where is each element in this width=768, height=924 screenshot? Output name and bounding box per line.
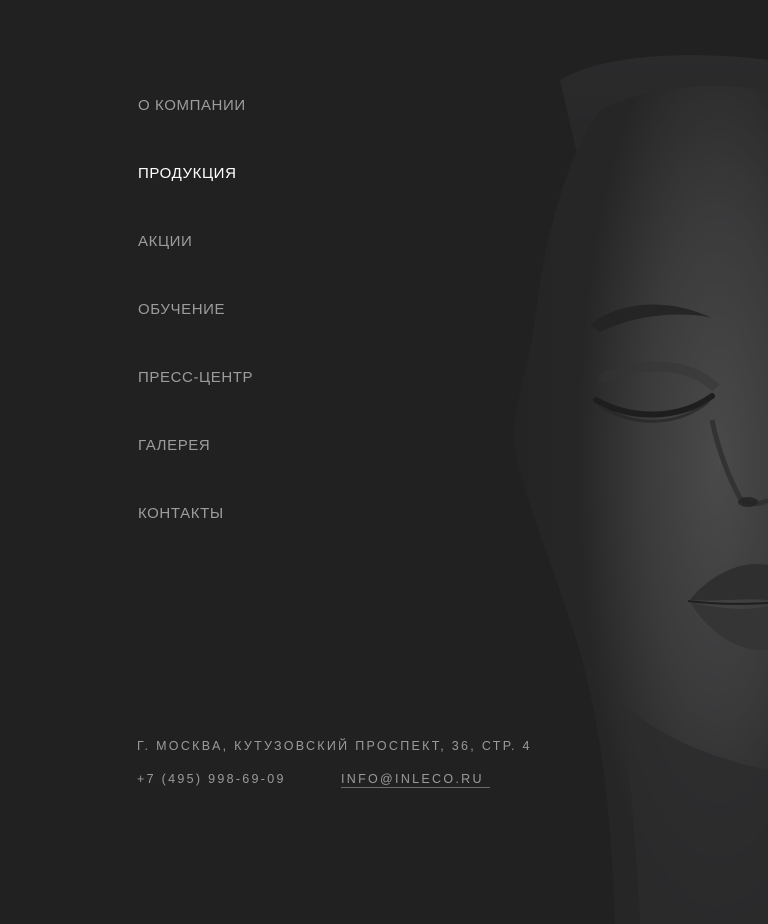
nav-link-press-center[interactable]: ПРЕСС-ЦЕНТР xyxy=(138,368,253,388)
nav-item-gallery: ГАЛЕРЕЯ xyxy=(138,436,253,504)
menu-page: О КОМПАНИИ ПРОДУКЦИЯ АКЦИИ ОБУЧЕНИЕ ПРЕС… xyxy=(0,0,768,924)
email-link[interactable]: INFO@INLECO.RU xyxy=(341,771,490,788)
nav-item-promotions: АКЦИИ xyxy=(138,232,253,300)
main-navigation: О КОМПАНИИ ПРОДУКЦИЯ АКЦИИ ОБУЧЕНИЕ ПРЕС… xyxy=(138,96,253,572)
contact-row: +7 (495) 998-69-09 INFO@INLECO.RU xyxy=(137,771,532,788)
nav-link-gallery[interactable]: ГАЛЕРЕЯ xyxy=(138,436,210,456)
phone-number[interactable]: +7 (495) 998-69-09 xyxy=(137,771,341,787)
nav-item-press-center: ПРЕСС-ЦЕНТР xyxy=(138,368,253,436)
nav-link-training[interactable]: ОБУЧЕНИЕ xyxy=(138,300,225,320)
nav-link-products[interactable]: ПРОДУКЦИЯ xyxy=(138,164,237,184)
nav-link-promotions[interactable]: АКЦИИ xyxy=(138,232,192,252)
nav-link-contacts[interactable]: КОНТАКТЫ xyxy=(138,504,224,524)
address-text: Г. МОСКВА, КУТУЗОВСКИЙ ПРОСПЕКТ, 36, СТР… xyxy=(137,739,532,753)
nav-link-about[interactable]: О КОМПАНИИ xyxy=(138,96,246,116)
nav-item-contacts: КОНТАКТЫ xyxy=(138,504,253,572)
nav-item-about: О КОМПАНИИ xyxy=(138,96,253,164)
nav-item-products: ПРОДУКЦИЯ xyxy=(138,164,253,232)
contact-info: Г. МОСКВА, КУТУЗОВСКИЙ ПРОСПЕКТ, 36, СТР… xyxy=(137,738,532,788)
nav-item-training: ОБУЧЕНИЕ xyxy=(138,300,253,368)
